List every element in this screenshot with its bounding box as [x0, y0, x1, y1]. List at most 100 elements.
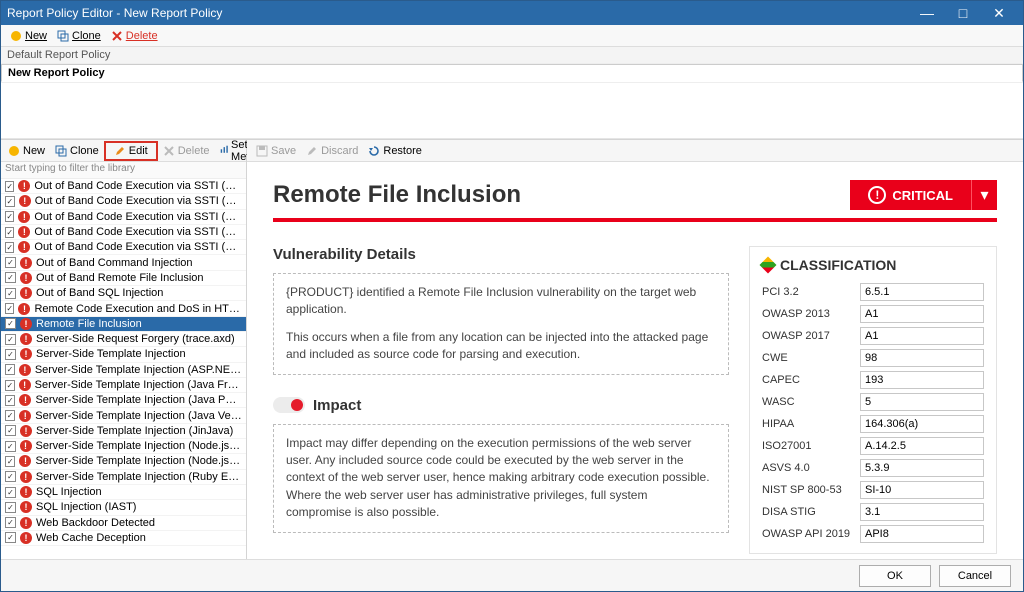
vuln-checkbox[interactable]: ✓ — [5, 364, 15, 375]
vuln-checkbox[interactable]: ✓ — [5, 334, 16, 345]
classification-grid: PCI 3.2OWASP 2013OWASP 2017CWECAPECWASCH… — [762, 283, 984, 543]
discard-label: Discard — [321, 145, 358, 157]
new-policy-button[interactable]: New — [5, 29, 52, 43]
vuln-clone-button[interactable]: Clone — [50, 144, 104, 158]
classification-value-input[interactable] — [860, 327, 984, 345]
vuln-details-p2: This occurs when a file from any locatio… — [286, 329, 716, 364]
classification-value-input[interactable] — [860, 459, 984, 477]
delete-icon — [111, 30, 123, 42]
classification-value-input[interactable] — [860, 371, 984, 389]
vuln-row[interactable]: ✓!Out of Band Remote File Inclusion — [1, 271, 246, 286]
impact-header-row: Impact — [273, 397, 729, 414]
vuln-row[interactable]: ✓!Out of Band Code Execution via SSTI (P… — [1, 210, 246, 225]
severity-badge[interactable]: ! CRITICAL ▾ — [850, 180, 997, 210]
cancel-button[interactable]: Cancel — [939, 565, 1011, 587]
vuln-row[interactable]: ✓!Server-Side Template Injection (JinJav… — [1, 424, 246, 439]
vuln-checkbox[interactable]: ✓ — [5, 272, 16, 283]
close-button[interactable]: ✕ — [981, 1, 1017, 25]
policy-default[interactable]: Default Report Policy — [1, 47, 1023, 64]
vuln-checkbox[interactable]: ✓ — [5, 181, 14, 192]
vuln-checkbox[interactable]: ✓ — [5, 242, 14, 253]
vuln-row[interactable]: ✓!Out of Band Command Injection — [1, 255, 246, 270]
vuln-checkbox[interactable]: ✓ — [5, 211, 14, 222]
save-icon — [256, 145, 268, 157]
classification-value-input[interactable] — [860, 525, 984, 543]
classification-value-input[interactable] — [860, 393, 984, 411]
vuln-row[interactable]: ✓!Server-Side Template Injection (Java P… — [1, 393, 246, 408]
vuln-row[interactable]: ✓!Server-Side Template Injection — [1, 347, 246, 362]
vuln-label: Server-Side Template Injection (JinJava) — [36, 425, 233, 437]
vuln-row[interactable]: ✓!Out of Band Code Execution via SSTI (P… — [1, 194, 246, 209]
delete-policy-button[interactable]: Delete — [106, 29, 163, 43]
vuln-details-editor[interactable]: {PRODUCT} identified a Remote File Inclu… — [273, 273, 729, 375]
vuln-row[interactable]: ✓!Out of Band Code Execution via SSTI (P… — [1, 225, 246, 240]
detail-scroll[interactable]: Remote File Inclusion ! CRITICAL ▾ — [247, 162, 1023, 559]
vuln-checkbox[interactable]: ✓ — [5, 441, 16, 452]
classification-value-input[interactable] — [860, 305, 984, 323]
vuln-checkbox[interactable]: ✓ — [5, 456, 15, 467]
classification-key: NIST SP 800-53 — [762, 484, 852, 496]
save-button[interactable]: Save — [251, 144, 301, 158]
impact-toggle[interactable] — [273, 397, 305, 413]
vuln-delete-button[interactable]: Delete — [158, 144, 215, 158]
vuln-checkbox[interactable]: ✓ — [5, 395, 15, 406]
vuln-label: Out of Band Code Execution via SSTI (PHP… — [35, 195, 242, 207]
classification-value-input[interactable] — [860, 437, 984, 455]
vuln-checkbox[interactable]: ✓ — [5, 532, 16, 543]
vuln-row[interactable]: ✓!Server-Side Template Injection (Ruby E… — [1, 470, 246, 485]
classification-value-input[interactable] — [860, 503, 984, 521]
vuln-checkbox[interactable]: ✓ — [5, 502, 16, 513]
ok-button[interactable]: OK — [859, 565, 931, 587]
discard-button[interactable]: Discard — [301, 144, 363, 158]
vuln-checkbox[interactable]: ✓ — [5, 410, 15, 421]
vuln-checkbox[interactable]: ✓ — [5, 517, 16, 528]
vuln-checkbox[interactable]: ✓ — [5, 487, 16, 498]
policy-current[interactable]: New Report Policy — [1, 64, 1023, 82]
classification-value-input[interactable] — [860, 481, 984, 499]
vuln-row[interactable]: ✓!Remote File Inclusion — [1, 317, 246, 332]
vuln-checkbox[interactable]: ✓ — [5, 471, 16, 482]
vuln-checkbox[interactable]: ✓ — [5, 257, 16, 268]
classification-value-input[interactable] — [860, 283, 984, 301]
vuln-checkbox[interactable]: ✓ — [5, 196, 15, 207]
severity-dropdown[interactable]: ▾ — [971, 180, 997, 210]
classification-key: CAPEC — [762, 374, 852, 386]
minimize-button[interactable]: — — [909, 1, 945, 25]
classification-value-input[interactable] — [860, 415, 984, 433]
vuln-checkbox[interactable]: ✓ — [5, 425, 16, 436]
discard-icon — [306, 145, 318, 157]
severity-label: CRITICAL — [892, 188, 953, 203]
vuln-row[interactable]: ✓!Server-Side Template Injection (Node.j… — [1, 454, 246, 469]
vuln-row[interactable]: ✓!Remote Code Execution and DoS in HTTP.… — [1, 301, 246, 316]
vuln-checkbox[interactable]: ✓ — [5, 318, 16, 329]
maximize-button[interactable]: □ — [945, 1, 981, 25]
impact-editor[interactable]: Impact may differ depending on the execu… — [273, 424, 729, 533]
vuln-row[interactable]: ✓!Server-Side Template Injection (Java V… — [1, 408, 246, 423]
vuln-row[interactable]: ✓!Web Backdoor Detected — [1, 516, 246, 531]
vuln-checkbox[interactable]: ✓ — [5, 227, 14, 238]
vuln-row[interactable]: ✓!SQL Injection — [1, 485, 246, 500]
vuln-new-button[interactable]: New — [3, 144, 50, 158]
classification-key: HIPAA — [762, 418, 852, 430]
vuln-row[interactable]: ✓!Server-Side Template Injection (Java F… — [1, 378, 246, 393]
vuln-row[interactable]: ✓!Web Cache Deception — [1, 531, 246, 546]
vuln-row[interactable]: ✓!Out of Band Code Execution via SSTI (P… — [1, 240, 246, 255]
vuln-row[interactable]: ✓!SQL Injection (IAST) — [1, 500, 246, 515]
vuln-list[interactable]: ✓!Out of Band Code Execution via SSTI (P… — [1, 179, 246, 559]
vuln-row[interactable]: ✓!Out of Band Code Execution via SSTI (P… — [1, 179, 246, 194]
vuln-row[interactable]: ✓!Server-Side Template Injection (Node.j… — [1, 439, 246, 454]
vuln-row[interactable]: ✓!Out of Band SQL Injection — [1, 286, 246, 301]
clone-label: Clone — [72, 30, 101, 42]
restore-button[interactable]: Restore — [363, 144, 427, 158]
classification-value-input[interactable] — [860, 349, 984, 367]
vuln-checkbox[interactable]: ✓ — [5, 303, 14, 314]
filter-input[interactable]: Start typing to filter the library — [1, 162, 246, 179]
vuln-row[interactable]: ✓!Server-Side Template Injection (ASP.NE… — [1, 363, 246, 378]
vuln-edit-button[interactable]: Edit — [109, 144, 153, 158]
vuln-checkbox[interactable]: ✓ — [5, 288, 16, 299]
vuln-checkbox[interactable]: ✓ — [5, 380, 15, 391]
clone-policy-button[interactable]: Clone — [52, 29, 106, 43]
vuln-checkbox[interactable]: ✓ — [5, 349, 16, 360]
vuln-row[interactable]: ✓!Server-Side Request Forgery (trace.axd… — [1, 332, 246, 347]
vuln-label: Out of Band Command Injection — [36, 257, 193, 269]
